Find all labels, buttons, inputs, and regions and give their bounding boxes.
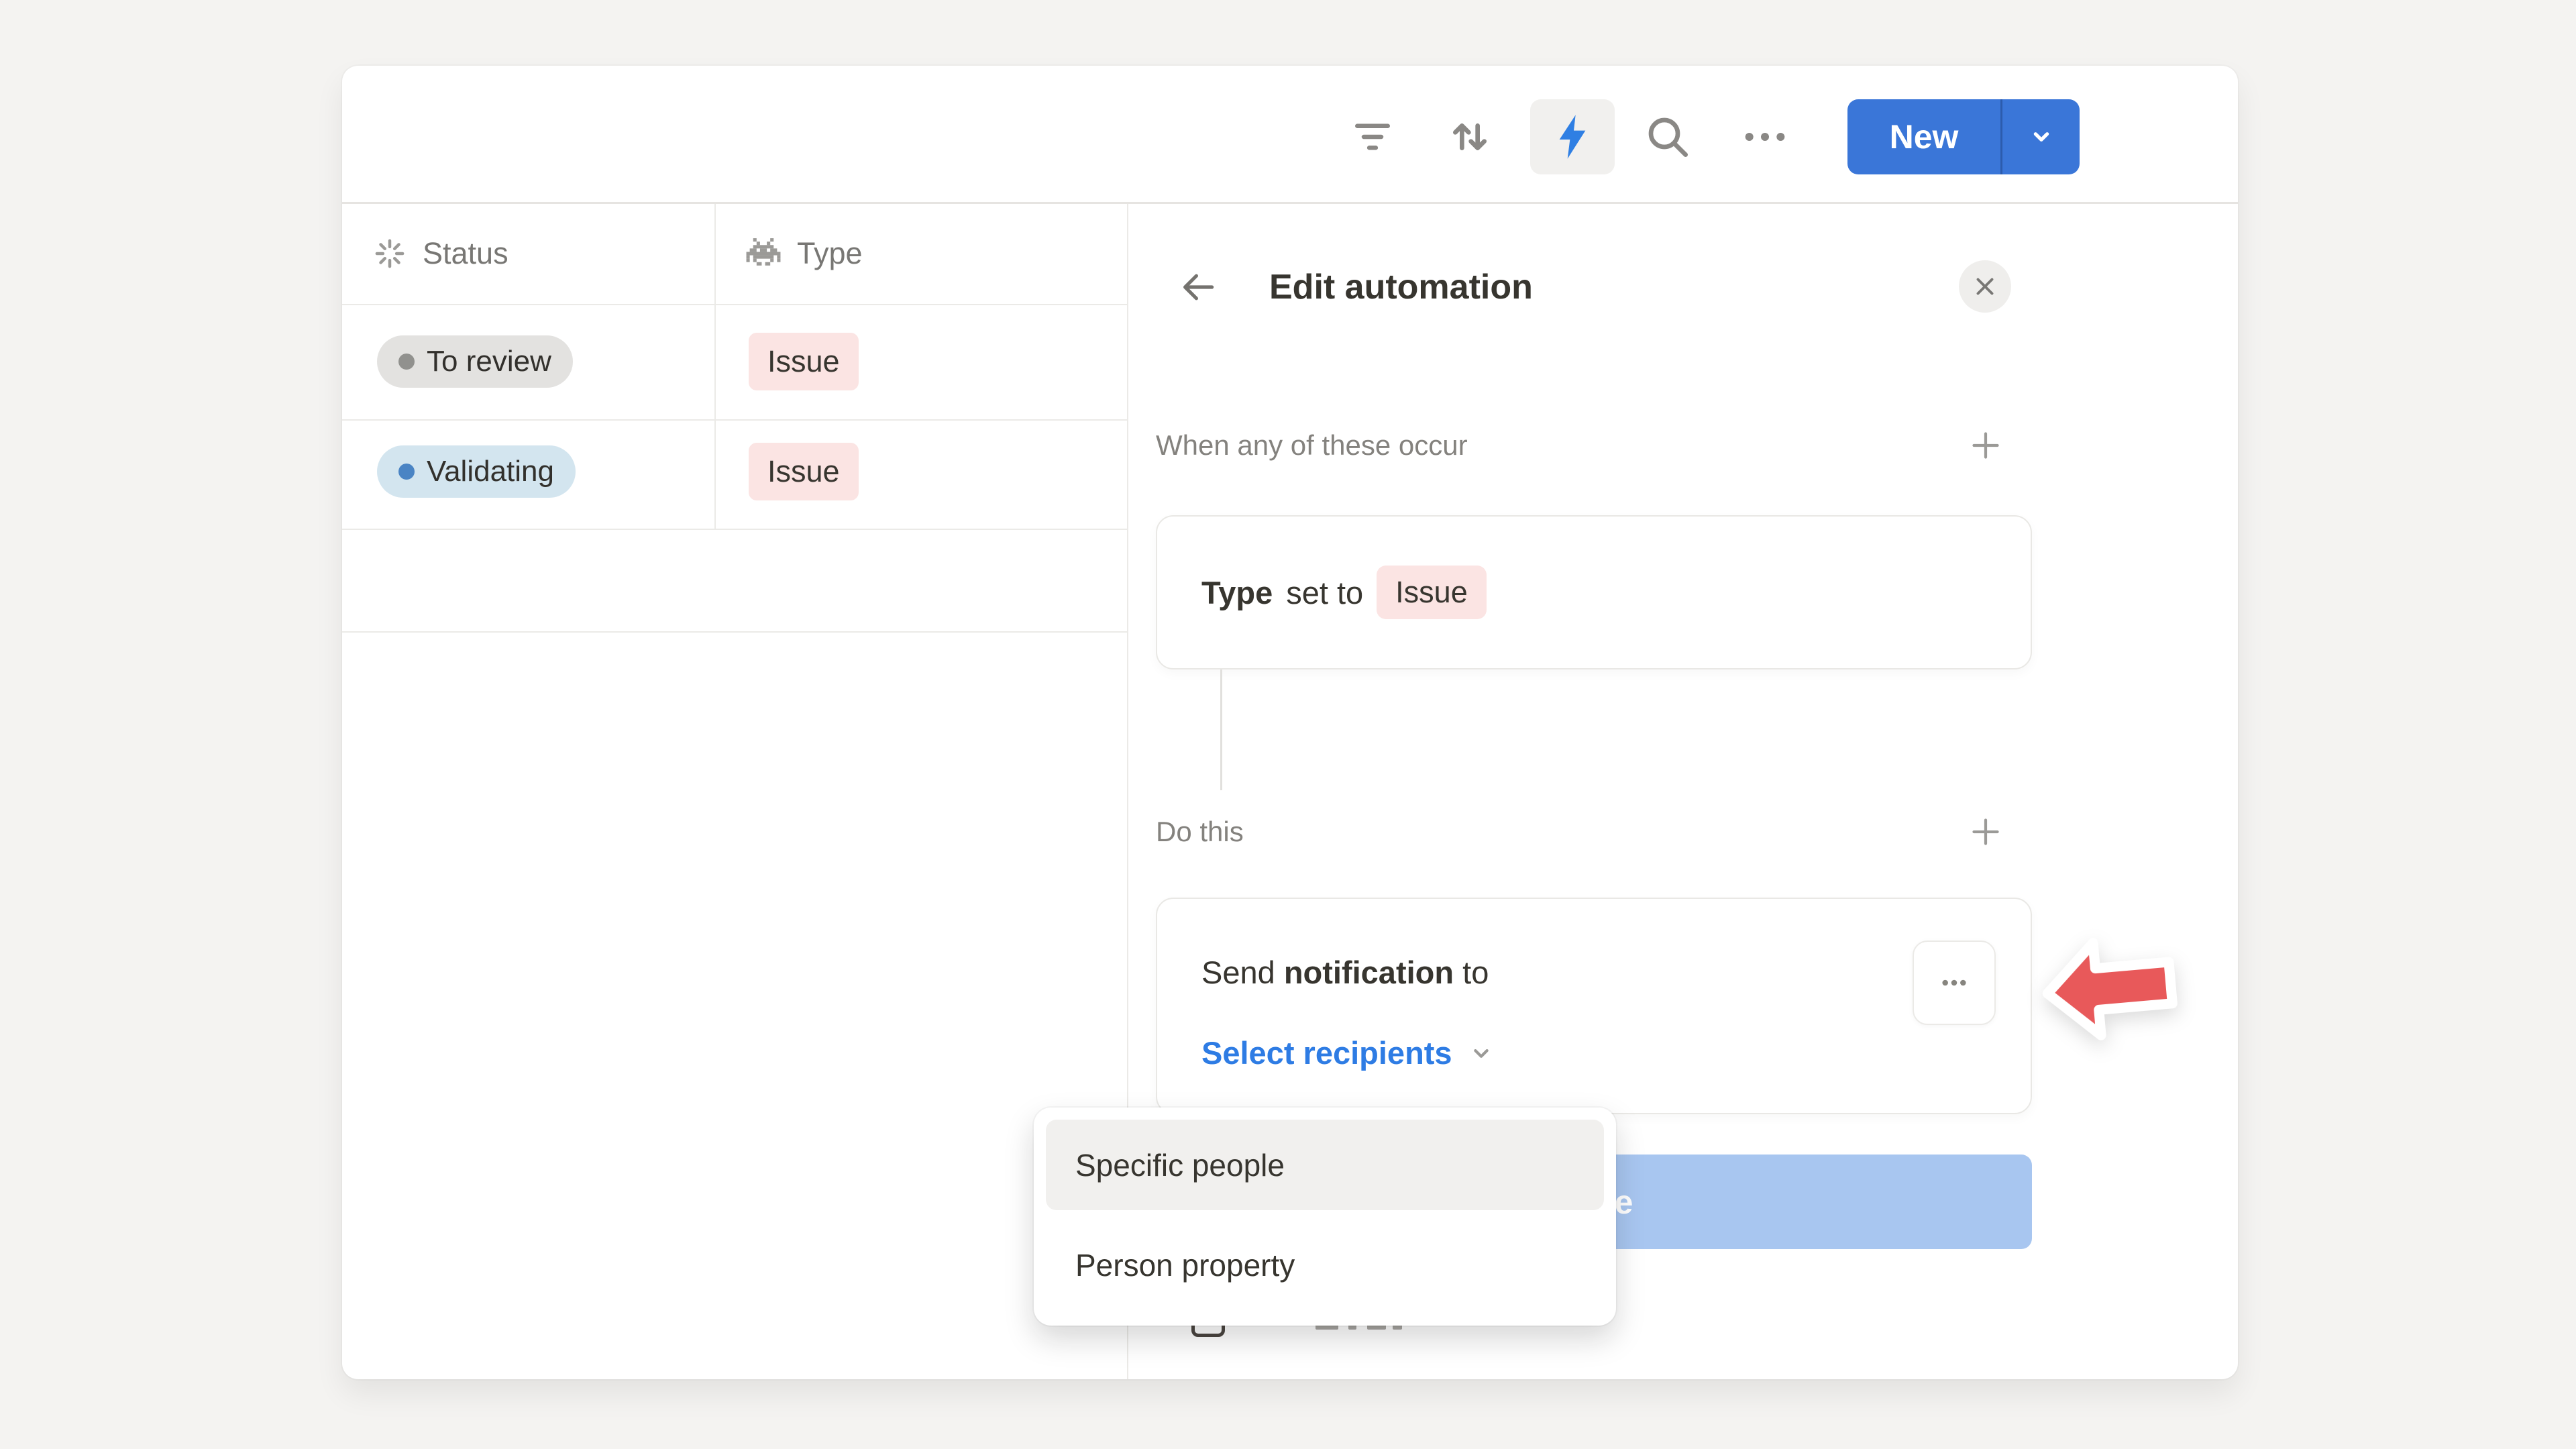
action-text-bold: notification: [1284, 955, 1454, 990]
row-divider: [342, 419, 1127, 421]
app-background: New Status: [0, 0, 2576, 1449]
flow-connector-line: [1220, 669, 1222, 790]
trigger-section-label: When any of these occur: [1156, 429, 1468, 462]
column-divider: [714, 204, 716, 529]
new-button-label: New: [1890, 117, 1959, 156]
action-text-suffix: to: [1454, 955, 1489, 990]
trigger-value-tag: Issue: [1377, 566, 1487, 619]
row-divider: [342, 529, 1127, 530]
more-options-button[interactable]: [1733, 105, 1797, 169]
sort-arrows-icon: [1443, 110, 1497, 164]
menu-item-person-property[interactable]: Person property: [1046, 1220, 1604, 1310]
status-cell-to-review[interactable]: To review: [377, 335, 573, 388]
chevron-down-icon: [1466, 1038, 1497, 1069]
row-divider: [342, 631, 1127, 633]
type-cell-issue[interactable]: Issue: [749, 443, 859, 500]
action-card: Send notification to Select recipients: [1156, 898, 2032, 1114]
close-button[interactable]: [1959, 260, 2011, 313]
sort-button[interactable]: [1438, 105, 1502, 169]
filter-button[interactable]: [1340, 105, 1405, 169]
column-header-type[interactable]: Type: [745, 203, 863, 304]
action-section-label: Do this: [1156, 816, 1244, 848]
new-button[interactable]: New: [1847, 99, 2000, 174]
select-recipients-dropdown[interactable]: Select recipients: [1201, 1034, 1497, 1071]
add-trigger-button[interactable]: [1960, 420, 2011, 471]
filter-icon: [1346, 111, 1399, 163]
action-description: Send notification to: [1201, 954, 1489, 991]
row-divider: [342, 304, 1127, 305]
annotation-arrow-left-icon: [2033, 925, 2184, 1051]
status-dot: [398, 354, 415, 370]
trigger-property: Type: [1201, 574, 1273, 611]
status-cell-validating[interactable]: Validating: [377, 445, 576, 498]
back-button[interactable]: [1173, 262, 1224, 313]
new-button-group: New: [1847, 99, 2080, 174]
space-invader-icon: [745, 235, 782, 272]
menu-item-gap: [1046, 1210, 1604, 1220]
lightning-bolt-icon: [1546, 110, 1599, 164]
menu-item-label: Person property: [1075, 1247, 1295, 1283]
action-text-prefix: Send: [1201, 955, 1284, 990]
status-spinner-icon: [372, 235, 408, 272]
type-label: Issue: [767, 454, 840, 489]
recipients-dropdown-menu: Specific people Person property: [1034, 1108, 1616, 1326]
status-label: Validating: [427, 455, 554, 488]
status-dot: [398, 464, 415, 480]
add-action-button[interactable]: [1960, 806, 2011, 857]
action-more-button[interactable]: [1913, 941, 1996, 1025]
search-icon: [1641, 110, 1695, 164]
toolbar-divider: [342, 202, 2238, 204]
plus-icon: [1967, 813, 2004, 851]
ellipsis-icon: [1738, 110, 1792, 164]
trigger-connector: set to: [1286, 574, 1363, 611]
column-header-label: Type: [797, 236, 863, 271]
status-label: To review: [427, 345, 551, 378]
notion-window: New Status: [342, 66, 2238, 1379]
type-label: Issue: [767, 344, 840, 379]
search-button[interactable]: [1635, 105, 1700, 169]
trigger-card[interactable]: Type set to Issue: [1156, 515, 2032, 669]
chevron-down-icon: [2024, 119, 2059, 154]
ellipsis-icon: [1933, 961, 1976, 1004]
type-cell-issue[interactable]: Issue: [749, 333, 859, 390]
plus-icon: [1967, 427, 2004, 464]
column-header-status[interactable]: Status: [372, 203, 508, 304]
column-header-label: Status: [423, 236, 508, 271]
new-dropdown-button[interactable]: [2002, 99, 2080, 174]
menu-item-label: Specific people: [1075, 1147, 1285, 1183]
panel-title: Edit automation: [1269, 263, 1533, 311]
menu-item-specific-people[interactable]: Specific people: [1046, 1120, 1604, 1210]
automations-button[interactable]: [1530, 99, 1615, 174]
back-arrow-icon: [1177, 266, 1219, 308]
select-recipients-label: Select recipients: [1201, 1034, 1452, 1071]
close-icon: [1971, 272, 1999, 301]
